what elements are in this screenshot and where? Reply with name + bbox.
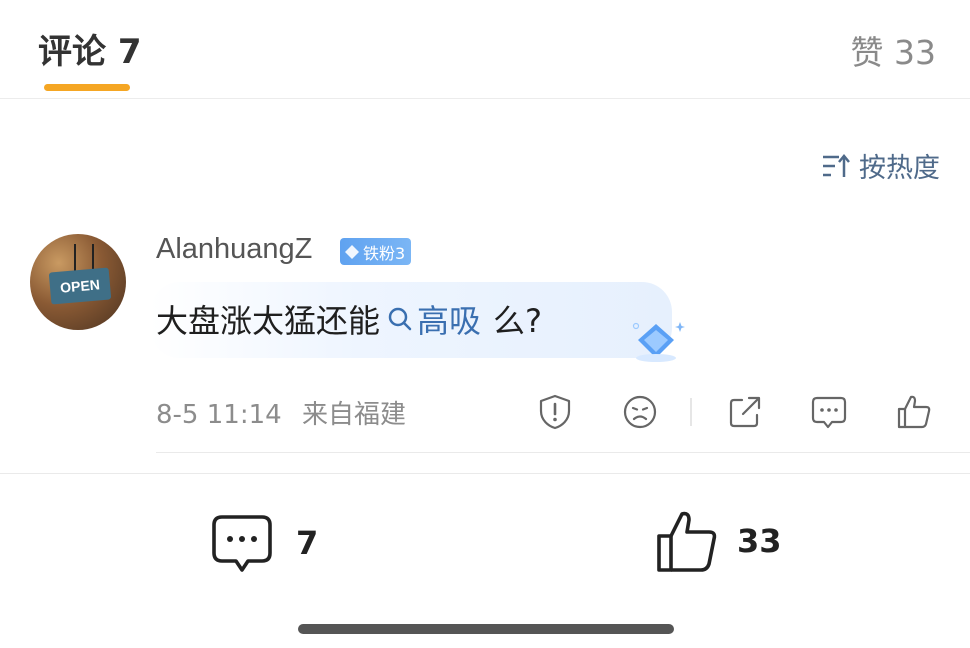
dislike-button[interactable] xyxy=(620,392,660,432)
comment-username[interactable]: AlanhuangZ xyxy=(156,233,312,266)
row-divider xyxy=(156,452,970,453)
bottom-comment-count: 7 xyxy=(296,524,319,562)
tab-active-indicator xyxy=(44,84,130,91)
comment-text-after: 么? xyxy=(493,302,543,340)
comment-icon xyxy=(212,515,272,572)
sort-by-hot-button[interactable]: 按热度 xyxy=(821,146,940,185)
tab-likes[interactable]: 赞 33 xyxy=(851,26,936,74)
fan-badge-label: 铁粉3 xyxy=(363,243,406,263)
home-indicator[interactable] xyxy=(298,624,674,634)
avatar[interactable]: OPEN xyxy=(30,234,126,330)
comment-location: 来自福建 xyxy=(301,400,406,430)
tab-comments[interactable]: 评论 7 xyxy=(38,24,142,73)
open-sign: OPEN xyxy=(48,267,112,305)
share-icon xyxy=(729,396,761,428)
comment-icon xyxy=(811,396,847,429)
report-button[interactable] xyxy=(535,392,575,432)
action-divider xyxy=(690,398,692,426)
reply-button[interactable] xyxy=(809,392,849,432)
diamond-icon xyxy=(345,244,359,259)
comment-text-before: 大盘涨太猛还能 xyxy=(156,302,381,340)
search-tag-link[interactable]: 高吸 xyxy=(386,296,481,342)
sort-icon xyxy=(823,153,850,177)
tab-bar: 评论 7 赞 33 xyxy=(0,0,970,99)
like-button[interactable] xyxy=(894,392,934,432)
report-shield-icon xyxy=(539,394,571,430)
search-tag-label: 高吸 xyxy=(417,302,482,340)
bottom-like-button[interactable]: 33 xyxy=(655,508,782,574)
comment-meta: 8-5 11:14 来自福建 xyxy=(156,394,406,431)
share-button[interactable] xyxy=(725,392,765,432)
sign-string xyxy=(74,244,94,272)
diamond-decoration-icon xyxy=(632,322,685,362)
thumbs-up-icon xyxy=(897,395,931,429)
section-divider xyxy=(0,473,970,474)
sort-label: 按热度 xyxy=(859,153,940,184)
thumbs-up-icon xyxy=(657,511,717,572)
bottom-like-count: 33 xyxy=(737,522,782,560)
comment-text: 大盘涨太猛还能 高吸 么? xyxy=(156,296,542,342)
bottom-comment-button[interactable]: 7 xyxy=(210,511,318,575)
search-icon xyxy=(388,307,412,331)
comment-timestamp: 8-5 11:14 xyxy=(156,400,282,430)
sad-face-icon xyxy=(623,395,657,429)
fan-badge[interactable]: 铁粉3 xyxy=(340,238,412,265)
